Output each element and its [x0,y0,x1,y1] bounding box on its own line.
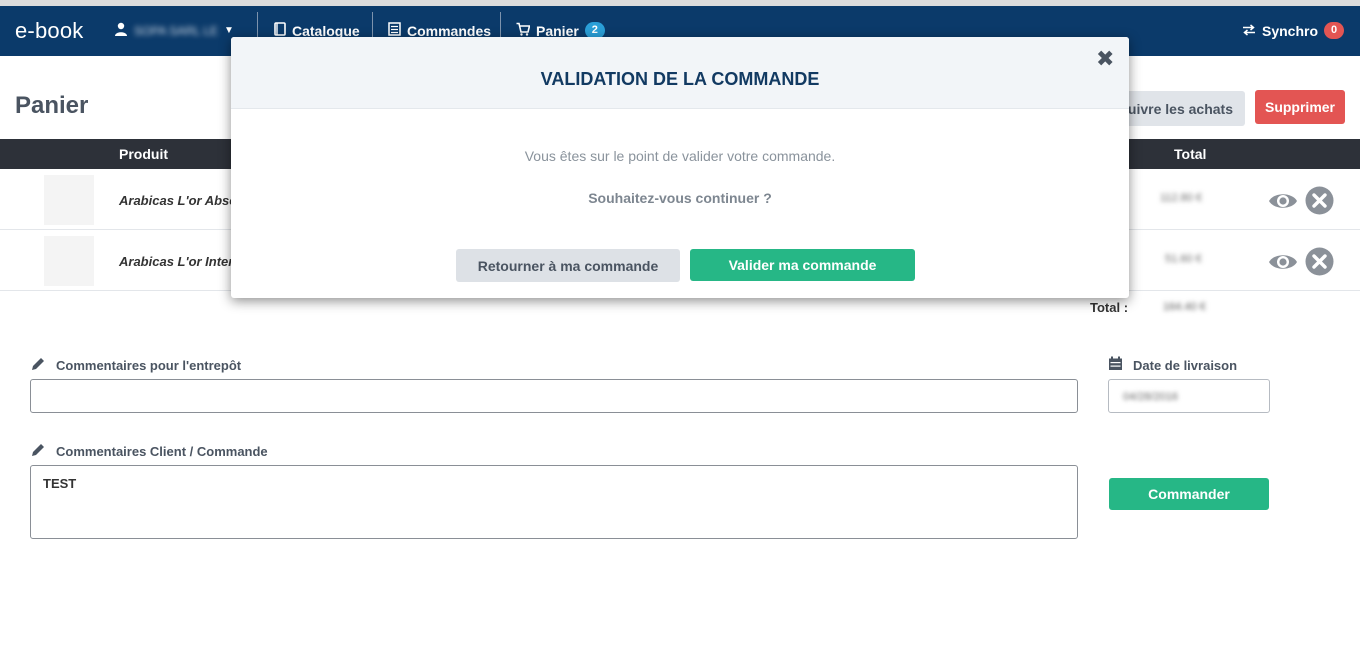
page-title: Panier [15,92,89,119]
eye-icon[interactable] [1268,247,1298,277]
modal-message: Vous êtes sur le point de valider votre … [524,148,836,164]
user-menu[interactable]: SOPA SARL LE ▼ [114,22,234,39]
remove-icon[interactable] [1305,186,1334,215]
delivery-date-value: 04/28/2016 [1123,391,1179,403]
row-total: 112.80 € [1160,192,1203,204]
client-comments-label: Commentaires Client / Commande [30,442,268,461]
modal-question: Souhaitez-vous continuer ? [588,190,772,206]
delivery-date-field[interactable]: 04/28/2016 [1108,379,1270,413]
back-to-order-button[interactable]: Retourner à ma commande [456,249,680,282]
brand-logo[interactable]: e-book [15,18,83,44]
column-header-total: Total [1174,146,1207,162]
row-total: 51.60 € [1165,253,1202,265]
calendar-icon [1108,356,1123,374]
delete-cart-button[interactable]: Supprimer [1255,90,1345,124]
user-icon [114,22,128,39]
pencil-icon [30,356,46,375]
modal-title: VALIDATION DE LA COMMANDE [540,69,820,89]
close-icon[interactable]: ✖ [1096,46,1114,72]
eye-icon[interactable] [1268,186,1298,216]
total-value: 164.40 € [1163,301,1206,313]
modal-header: VALIDATION DE LA COMMANDE ✖ [231,37,1129,109]
warehouse-comments-label: Commentaires pour l'entrepôt [30,356,241,375]
validate-order-button[interactable]: Valider ma commande [690,249,915,281]
product-thumbnail [44,236,94,286]
product-name[interactable]: Arabicas L'or Absolu [119,193,249,208]
continue-shopping-button[interactable]: suivre les achats [1115,91,1245,126]
pencil-icon [30,442,46,461]
order-button[interactable]: Commander [1109,478,1269,510]
client-comments-field[interactable]: TEST [30,465,1078,539]
client-comments-label-text: Commentaires Client / Commande [56,444,268,459]
user-name: SOPA SARL LE [134,23,219,38]
product-thumbnail [44,175,94,225]
delivery-date-label: Date de livraison [1108,356,1237,374]
total-label: Total : [1090,300,1129,315]
synchro-label: Synchro [1261,22,1318,39]
synchro-count-badge: 0 [1324,22,1344,39]
chevron-down-icon: ▼ [224,25,234,36]
delivery-date-label-text: Date de livraison [1133,357,1238,373]
validation-modal: VALIDATION DE LA COMMANDE ✖ Vous êtes su… [231,37,1129,298]
column-header-product: Produit [119,146,168,162]
sync-icon [1242,23,1256,39]
synchro-button[interactable]: Synchro 0 [1242,22,1344,39]
warehouse-comments-label-text: Commentaires pour l'entrepôt [56,358,242,373]
remove-icon[interactable] [1305,247,1334,276]
warehouse-comments-field[interactable] [30,379,1078,413]
